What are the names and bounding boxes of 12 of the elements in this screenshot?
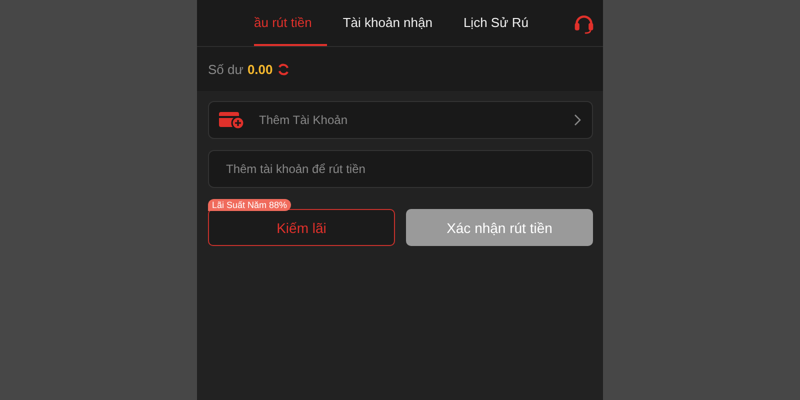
earn-interest-button[interactable]: Kiếm lãi (208, 209, 395, 246)
balance-amount: 0.00 (247, 62, 273, 76)
account-field[interactable]: Thêm tài khoản để rút tiền (208, 150, 593, 188)
add-account-row[interactable]: Thêm Tài Khoản (208, 101, 593, 139)
refresh-icon[interactable] (276, 62, 290, 76)
wallet-add-icon (219, 110, 245, 130)
interest-badge: Lãi Suất Năm 88% (208, 199, 292, 211)
confirm-withdraw-button[interactable]: Xác nhận rút tiền (406, 209, 593, 246)
tab[interactable]: Tài khoản nhận (342, 0, 448, 46)
tab[interactable]: Lịch Sử Rú (463, 0, 544, 46)
chevron-right-icon (574, 114, 582, 126)
balance-label: Số dư (208, 62, 244, 76)
